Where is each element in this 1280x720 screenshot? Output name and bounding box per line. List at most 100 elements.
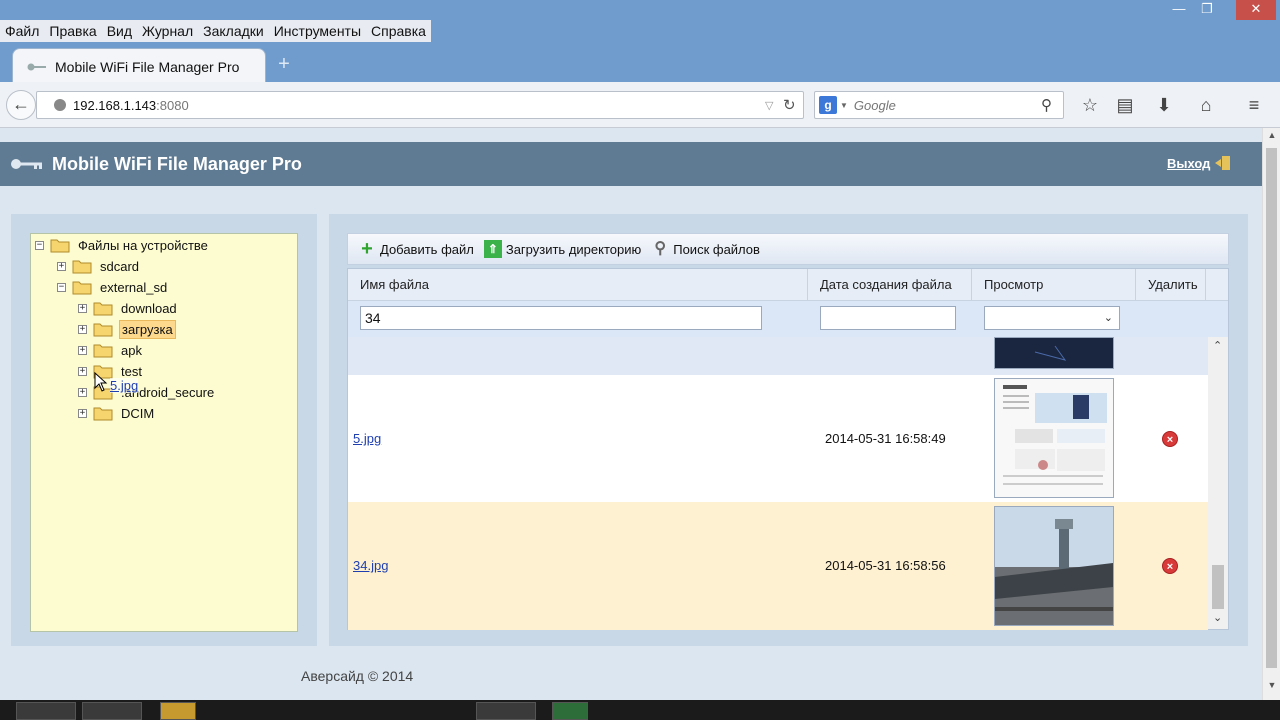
url-port: :8080 [156, 97, 189, 113]
expand-icon[interactable]: + [78, 324, 87, 334]
menu-history[interactable]: Журнал [137, 20, 198, 42]
search-bar[interactable]: g ▼ Google ⚲ [814, 91, 1064, 119]
upload-directory-button[interactable]: ⇑ Загрузить директорию [483, 240, 641, 258]
folder-open-icon [72, 281, 92, 294]
tree-node-apk[interactable]: + apk [78, 340, 144, 360]
column-header-delete[interactable]: Удалить [1136, 269, 1206, 301]
file-date: 2014-05-31 16:58:56 [825, 558, 946, 573]
folder-icon [93, 407, 113, 420]
menu-icon[interactable]: ≡ [1242, 93, 1266, 117]
menu-help[interactable]: Справка [366, 20, 431, 42]
taskbar-item[interactable] [552, 702, 588, 720]
scroll-up-icon[interactable]: ⌃ [1213, 339, 1222, 352]
tree-node-dcim[interactable]: + DCIM [78, 403, 156, 423]
delete-icon[interactable]: × [1162, 558, 1178, 574]
expand-icon[interactable]: + [78, 366, 87, 376]
file-date: 2014-05-31 16:58:49 [825, 431, 946, 446]
folder-open-icon [50, 239, 70, 252]
plus-icon: + [361, 238, 373, 260]
tree-label-download: download [121, 300, 177, 316]
menu-tools[interactable]: Инструменты [269, 20, 366, 42]
collapse-icon[interactable]: − [57, 282, 66, 292]
bookmarks-list-icon[interactable]: ▤ [1113, 93, 1137, 117]
taskbar-item[interactable] [160, 702, 196, 720]
scroll-down-icon[interactable]: ⌄ [1213, 611, 1222, 624]
page-scroll-up-icon[interactable]: ▲ [1263, 130, 1280, 146]
expand-icon[interactable]: + [78, 345, 87, 355]
taskbar-item[interactable] [16, 702, 76, 720]
column-header-preview[interactable]: Просмотр [972, 269, 1136, 301]
reload-icon[interactable]: ↻ [783, 96, 796, 114]
tree-node-zagruzka[interactable]: + загрузка [78, 319, 176, 339]
search-files-label: Поиск файлов [673, 241, 760, 257]
delete-icon[interactable]: × [1162, 431, 1178, 447]
menu-edit[interactable]: Правка [44, 20, 101, 42]
tree-node-sdcard[interactable]: + sdcard [57, 256, 141, 276]
preview-thumbnail[interactable] [994, 506, 1114, 626]
tree-node-external-sd[interactable]: − external_sd [57, 277, 169, 297]
magnifier-icon: ⚲ [654, 240, 667, 257]
column-header-date[interactable]: Дата создания файла [808, 269, 972, 301]
search-files-button[interactable]: ⚲ Поиск файлов [651, 240, 760, 258]
add-file-label: Добавить файл [380, 241, 474, 257]
preview-thumbnail[interactable] [994, 337, 1114, 369]
tree-node-download[interactable]: + download [78, 298, 179, 318]
file-link[interactable]: 34.jpg [353, 558, 388, 573]
collapse-icon[interactable]: − [35, 240, 44, 250]
logout-link[interactable]: Выход [1167, 156, 1210, 171]
table-row[interactable]: 5.jpg 2014-05-31 16:58:49 × [348, 375, 1208, 502]
preview-thumbnail[interactable] [994, 378, 1114, 498]
file-toolbar: + Добавить файл ⇑ Загрузить директорию ⚲… [347, 233, 1229, 265]
search-placeholder: Google [853, 97, 896, 113]
page-scroll-thumb[interactable] [1266, 148, 1277, 668]
table-row-selected[interactable]: 34.jpg 2014-05-31 16:58:56 × [348, 502, 1208, 630]
expand-icon[interactable]: + [78, 303, 87, 313]
column-header-name[interactable]: Имя файла [348, 269, 808, 301]
add-file-button[interactable]: + Добавить файл [358, 238, 474, 260]
page-scroll-down-icon[interactable]: ▼ [1263, 680, 1280, 696]
tree-label-dcim: DCIM [121, 405, 155, 421]
menu-file[interactable]: Файл [0, 20, 44, 42]
preview-filter-select[interactable]: ⌄ [984, 306, 1120, 330]
maximize-button[interactable]: ❐ [1194, 0, 1220, 20]
taskbar-item[interactable] [82, 702, 142, 720]
home-icon[interactable]: ⌂ [1194, 93, 1218, 117]
expand-icon[interactable]: + [57, 261, 66, 271]
grid-scroll-thumb[interactable] [1212, 565, 1224, 609]
new-tab-button[interactable]: + [273, 54, 295, 76]
dropdown-icon[interactable]: ▽ [765, 99, 773, 112]
tree-label-zagruzka: загрузка [119, 319, 176, 339]
tree-node-root[interactable]: − Файлы на устройстве [35, 235, 210, 255]
close-button[interactable]: ✕ [1236, 0, 1276, 20]
page-scrollbar[interactable]: ▲ ▼ [1262, 128, 1280, 700]
folder-icon [93, 302, 113, 315]
browser-tab[interactable]: Mobile WiFi File Manager Pro [12, 48, 266, 84]
grid-scrollbar[interactable]: ⌃ ⌄ [1208, 337, 1228, 629]
downloads-icon[interactable]: ⬇ [1152, 93, 1176, 117]
grid-header: Имя файла Дата создания файла Просмотр У… [348, 269, 1228, 301]
search-engine-dropdown-icon[interactable]: ▼ [840, 101, 848, 110]
file-link[interactable]: 5.jpg [353, 431, 381, 446]
name-filter-input[interactable]: 34 [360, 306, 762, 330]
search-icon[interactable]: ⚲ [1041, 96, 1052, 114]
app-header: Mobile WiFi File Manager Pro Выход [0, 142, 1262, 186]
date-filter-input[interactable] [820, 306, 956, 330]
table-row-partial[interactable] [348, 337, 1208, 375]
url-bar[interactable]: 192.168.1.143 :8080 ▽ ↻ [36, 91, 804, 119]
taskbar-item[interactable] [476, 702, 536, 720]
back-button[interactable]: ← [6, 90, 36, 120]
expand-icon[interactable]: + [78, 408, 87, 418]
logout-icon[interactable] [1214, 154, 1232, 172]
menu-bar: Файл Правка Вид Журнал Закладки Инструме… [0, 20, 431, 42]
footer-copyright: Аверсайд © 2014 [301, 668, 414, 684]
google-icon[interactable]: g [819, 96, 837, 114]
bookmark-star-icon[interactable]: ☆ [1078, 93, 1102, 117]
minimize-button[interactable]: — [1166, 0, 1192, 20]
menu-bookmarks[interactable]: Закладки [198, 20, 269, 42]
tab-title: Mobile WiFi File Manager Pro [55, 58, 240, 75]
expand-icon[interactable]: + [78, 387, 87, 397]
folder-icon [93, 323, 113, 336]
menu-view[interactable]: Вид [102, 20, 137, 42]
tree-label-root: Файлы на устройстве [78, 237, 208, 253]
thumbnail-image [995, 507, 1113, 625]
